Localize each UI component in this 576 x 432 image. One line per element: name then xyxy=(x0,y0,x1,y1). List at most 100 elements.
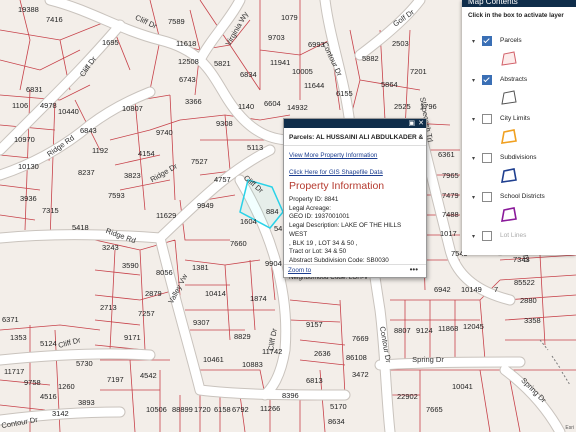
property-popup[interactable]: ▣ ✕ Parcels: AL HUSSAINI ALI ABDULKADER … xyxy=(283,118,427,281)
parcel-label: 9157 xyxy=(306,320,323,329)
parcel-label: 4757 xyxy=(214,175,231,184)
parcel-label: 7315 xyxy=(42,206,59,215)
parcel-label: 1140 xyxy=(238,102,254,111)
layer-symbol-shape xyxy=(501,129,517,144)
parcel-label: 2713 xyxy=(100,303,117,312)
parcel-label: 6361 xyxy=(438,150,455,159)
parcel-label: 7527 xyxy=(191,157,208,166)
more-actions-button[interactable]: ••• xyxy=(410,265,418,274)
layer-symbol-icon xyxy=(501,51,517,66)
layer-checkbox[interactable] xyxy=(482,192,492,202)
parcel-label: 7488 xyxy=(442,210,459,219)
parcel-label: 9949 xyxy=(197,201,214,210)
layer-symbol-icon xyxy=(501,168,517,183)
parcel-label: 19388 xyxy=(18,5,39,14)
parcel-label: 8396 xyxy=(282,391,299,400)
layer-name: Abstracts xyxy=(500,76,528,83)
parcel-label: 9124 xyxy=(416,326,433,335)
popup-footer: Zoom to ••• xyxy=(284,264,426,277)
parcel-label: 5730 xyxy=(76,359,93,368)
popup-title: Parcels: AL HUSSAINI ALI ABDULKADER & xyxy=(284,128,426,146)
parcel-label: 6604 xyxy=(264,99,281,108)
popup-titlebar: ▣ ✕ xyxy=(284,119,426,128)
parcel-label: 88899 xyxy=(172,405,193,414)
zoom-to-link[interactable]: Zoom to xyxy=(288,267,311,274)
close-icon[interactable]: ✕ xyxy=(418,119,424,128)
parcel-label: 10807 xyxy=(122,104,143,113)
parcel-label: 12508 xyxy=(178,57,199,66)
parcel-label: 4154 xyxy=(138,149,155,158)
chevron-down-icon[interactable]: ▾ xyxy=(472,194,475,201)
parcel-label: 1695 xyxy=(102,38,119,47)
parcel-label: 7 xyxy=(494,285,498,294)
parcel-label: 7660 xyxy=(230,239,247,248)
parcel-label: 7201 xyxy=(410,67,427,76)
layer-checkbox[interactable] xyxy=(482,36,492,46)
layer-symbol-shape xyxy=(501,168,517,183)
parcel-label: 14932 xyxy=(287,103,308,112)
layer-checkbox[interactable] xyxy=(482,231,492,241)
parcel-label: 2636 xyxy=(314,349,331,358)
parcel-label: 1796 xyxy=(420,102,437,111)
parcel-label: 1353 xyxy=(10,333,27,342)
parcel-label: 1604 xyxy=(240,217,257,226)
parcel-label: 8634 xyxy=(328,417,345,426)
popup-heading: Property Information xyxy=(289,180,385,192)
parcel-label: 9740 xyxy=(156,128,173,137)
property-detail-line: Tract or Lot: 34 & 50 xyxy=(289,248,347,256)
parcel-label: 6371 xyxy=(2,315,19,324)
parcel-label: 10440 xyxy=(58,107,79,116)
view-more-link[interactable]: View More Property Information xyxy=(284,152,426,159)
layer-checkbox[interactable] xyxy=(482,114,492,124)
shapefile-link[interactable]: Click Here for GIS Shapefile Data xyxy=(284,169,426,176)
layer-name: Parcels xyxy=(500,37,522,44)
parcel-label: 4542 xyxy=(140,371,157,380)
layer-name: City Limits xyxy=(500,115,530,122)
parcel-label: 8237 xyxy=(78,168,95,177)
chevron-down-icon[interactable]: ▾ xyxy=(472,233,475,240)
parcel-label: 11618 xyxy=(176,39,196,48)
property-detail-line: Legal Acreage: xyxy=(289,204,332,212)
layer-checkbox[interactable] xyxy=(482,153,492,163)
parcel-label: 2879 xyxy=(145,289,162,298)
parcel-label: 22902 xyxy=(397,392,418,401)
parcel-label: 6843 xyxy=(80,126,97,135)
parcel-label: 10506 xyxy=(146,405,167,414)
layer-symbol-icon xyxy=(501,129,517,144)
parcel-label: 5113 xyxy=(247,143,263,152)
parcel-label: 2525 xyxy=(394,102,411,111)
parcel-label: 10130 xyxy=(18,162,39,171)
chevron-down-icon[interactable]: ▾ xyxy=(472,38,475,45)
parcel-label: 3823 xyxy=(124,171,141,180)
parcel-label: 3142 xyxy=(52,409,69,418)
parcel-label: 6155 xyxy=(336,89,353,98)
parcel-label: 7343 xyxy=(513,255,530,264)
chevron-down-icon[interactable]: ▾ xyxy=(472,116,475,123)
parcel-label: 6813 xyxy=(306,376,323,385)
parcel-label: 6993 xyxy=(308,40,325,49)
parcel-label: 2880 xyxy=(520,296,537,305)
parcel-label: 4978 xyxy=(40,101,57,110)
parcel-label: 1017 xyxy=(440,229,457,238)
parcel-label: 7197 xyxy=(107,375,124,384)
layer-checkbox[interactable] xyxy=(482,75,492,85)
parcel-label: 11629 xyxy=(156,211,176,220)
parcel-label: 7479 xyxy=(442,191,459,200)
chevron-down-icon[interactable]: ▾ xyxy=(472,155,475,162)
parcel-label: 5882 xyxy=(362,54,379,63)
parcel-label: 1079 xyxy=(281,13,298,22)
panel-title: Map Contents xyxy=(462,0,576,7)
parcel-label: 3590 xyxy=(122,261,139,270)
parcel-label: 4516 xyxy=(40,392,57,401)
dock-icon[interactable]: ▣ xyxy=(409,119,416,128)
parcel-label: 11266 xyxy=(260,404,280,413)
parcel-label: 7669 xyxy=(352,334,369,343)
parcel-label: 5821 xyxy=(214,59,231,68)
parcel-label: 3243 xyxy=(102,243,119,252)
property-detail-line: , BLK 19 , LOT 34 & 50 , xyxy=(289,239,358,247)
parcel-label: 86108 xyxy=(346,353,367,362)
layer-symbol-icon xyxy=(501,90,517,105)
parcel-label: 9308 xyxy=(216,119,233,128)
chevron-down-icon[interactable]: ▾ xyxy=(472,77,475,84)
parcel-label: 7416 xyxy=(46,15,63,24)
